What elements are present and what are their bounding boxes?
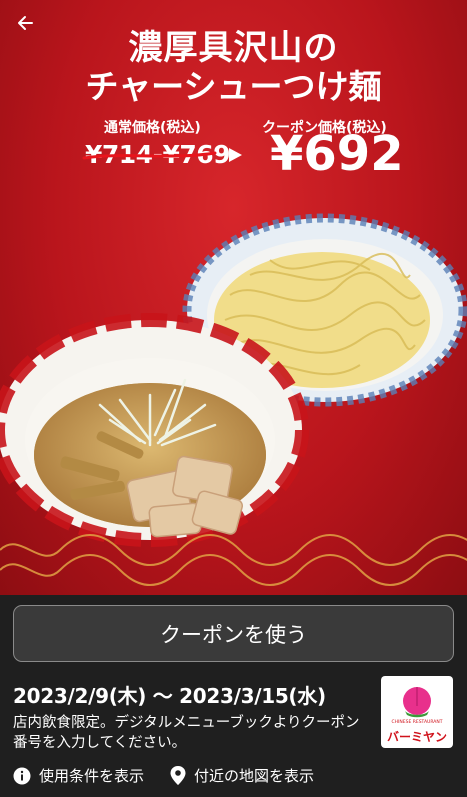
coupon-description: 店内飲食限定。デジタルメニューブックよりクーポン番号を入力してください。 [13,715,360,751]
validity-period: 2023/2/9(木) 〜 2023/3/15(水) [13,684,326,708]
price-strikethrough [82,151,217,160]
regular-price-label: 通常価格(税込) [104,120,201,136]
price-arrow-icon [229,148,242,162]
terms-link-label: 使用条件を表示 [39,767,145,785]
bottom-links: 使用条件を表示 付近の地図を表示 [13,765,314,786]
coupon-hero-image: 濃厚具沢山の チャーシューつけ麺 通常価格(税込) クーポン価格(税込) ¥71… [0,0,467,595]
coupon-price: ¥692 [270,126,404,182]
coupon-details-panel: クーポンを使う 2023/2/9(木) 〜 2023/3/15(水) 店内飲食限… [0,595,467,797]
logo-subtitle: CHINESE RESTAURANT [391,720,443,725]
terms-link[interactable]: 使用条件を表示 [13,765,144,786]
map-link-label: 付近の地図を表示 [194,767,315,785]
info-icon [13,767,31,784]
decorative-pattern [0,534,467,586]
map-link[interactable]: 付近の地図を表示 [170,765,314,786]
use-coupon-button[interactable]: クーポンを使う [13,605,454,662]
bamiyan-logo: CHINESE RESTAURANT バーミヤン [381,676,453,748]
logo-brand: バーミヤン [386,730,447,744]
map-pin-icon [170,766,186,785]
hero-title-line2: チャーシューつけ麺 [85,67,382,106]
